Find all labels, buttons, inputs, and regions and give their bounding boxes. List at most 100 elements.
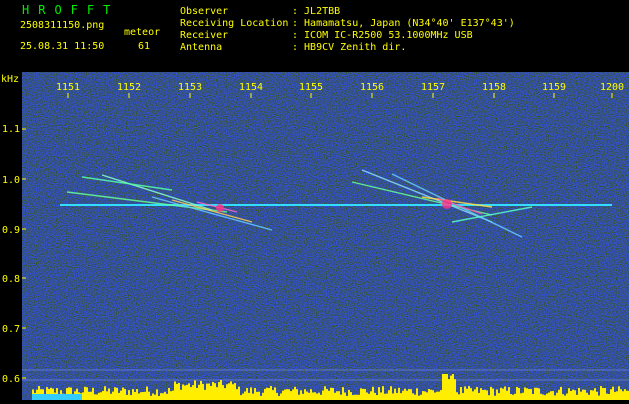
activity-bar <box>148 391 150 400</box>
activity-bar <box>430 389 432 400</box>
activity-bar <box>536 387 538 400</box>
activity-bar <box>442 374 444 400</box>
activity-bar <box>210 386 212 400</box>
activity-bar <box>620 389 622 400</box>
activity-bar <box>144 391 146 400</box>
activity-bar <box>548 392 550 400</box>
activity-bar <box>336 391 338 400</box>
activity-bar <box>388 390 390 400</box>
activity-bar <box>332 387 334 400</box>
activity-bar <box>266 387 268 400</box>
activity-bar <box>354 394 356 400</box>
x-tick-label: 1151 <box>56 82 80 93</box>
activity-bar <box>318 392 320 400</box>
activity-bar <box>540 393 542 400</box>
activity-bar <box>508 387 510 400</box>
activity-bar <box>570 391 572 400</box>
activity-bar <box>364 388 366 400</box>
activity-bar <box>228 383 230 400</box>
activity-bar <box>276 392 278 400</box>
activity-bar <box>622 391 624 400</box>
activity-bar <box>534 387 536 400</box>
activity-bar <box>282 390 284 400</box>
activity-bar <box>486 390 488 400</box>
activity-bar <box>192 385 194 400</box>
activity-bar <box>270 386 272 400</box>
activity-bar <box>392 393 394 400</box>
activity-bar <box>584 389 586 400</box>
activity-bar <box>554 395 556 400</box>
activity-bar <box>374 392 376 400</box>
activity-bar <box>552 391 554 400</box>
activity-bar <box>518 388 520 400</box>
antenna-value: : HB9CV Zenith dir. <box>292 42 407 53</box>
activity-bar <box>216 387 218 400</box>
activity-bar <box>190 387 192 400</box>
activity-bar <box>464 386 466 400</box>
activity-bar <box>414 394 416 400</box>
activity-bar <box>344 392 346 400</box>
activity-bar <box>542 394 544 400</box>
activity-bar <box>466 388 468 400</box>
activity-bar <box>196 387 198 400</box>
activity-bar <box>624 389 626 400</box>
activity-bar <box>600 386 602 400</box>
activity-bar <box>128 390 130 400</box>
antenna-key: Antenna <box>180 42 223 53</box>
activity-bar <box>342 387 344 400</box>
activity-bar <box>218 382 220 400</box>
activity-bar <box>370 391 372 400</box>
activity-bar <box>626 390 628 400</box>
activity-bar <box>92 387 94 400</box>
activity-bar <box>394 388 396 400</box>
activity-bar <box>202 383 204 400</box>
activity-bar <box>174 381 176 400</box>
activity-bar <box>398 387 400 400</box>
activity-bar <box>124 388 126 400</box>
activity-bar <box>446 374 448 400</box>
activity-bar <box>406 390 408 400</box>
activity-bar <box>612 386 614 400</box>
activity-bar <box>546 393 548 400</box>
activity-bar <box>564 395 566 400</box>
activity-bar <box>184 385 186 400</box>
activity-bar <box>326 388 328 400</box>
activity-bar <box>316 393 318 400</box>
activity-bar <box>432 390 434 400</box>
meteor-head <box>216 204 224 212</box>
activity-bar <box>138 393 140 400</box>
activity-bar <box>614 391 616 400</box>
x-tick-label: 1157 <box>421 82 445 93</box>
activity-bar <box>478 392 480 400</box>
activity-bar <box>604 388 606 400</box>
meteor-head <box>442 199 452 209</box>
activity-bar <box>372 386 374 400</box>
activity-bar <box>226 384 228 400</box>
activity-bar <box>404 388 406 400</box>
activity-bar <box>230 381 232 400</box>
activity-bar <box>514 393 516 400</box>
activity-bar <box>516 386 518 400</box>
activity-bar <box>358 394 360 400</box>
activity-bar <box>338 391 340 400</box>
activity-bar <box>112 391 114 400</box>
activity-bar <box>186 384 188 400</box>
activity-bar <box>538 388 540 400</box>
activity-bar <box>526 388 528 400</box>
activity-bar <box>396 392 398 400</box>
activity-bar <box>232 384 234 400</box>
x-tick-label: 1200 <box>600 82 624 93</box>
activity-bar <box>290 391 292 400</box>
activity-bar <box>598 395 600 400</box>
activity-bar <box>366 392 368 400</box>
activity-bar <box>160 393 162 400</box>
activity-bar <box>136 389 138 400</box>
activity-bar <box>484 389 486 400</box>
activity-bar <box>606 393 608 400</box>
activity-bar <box>154 394 156 400</box>
activity-bar <box>182 384 184 400</box>
activity-bar <box>340 394 342 400</box>
x-tick-label: 1158 <box>482 82 506 93</box>
file-name: 2508311150.png <box>20 20 105 31</box>
activity-bar <box>114 387 116 400</box>
